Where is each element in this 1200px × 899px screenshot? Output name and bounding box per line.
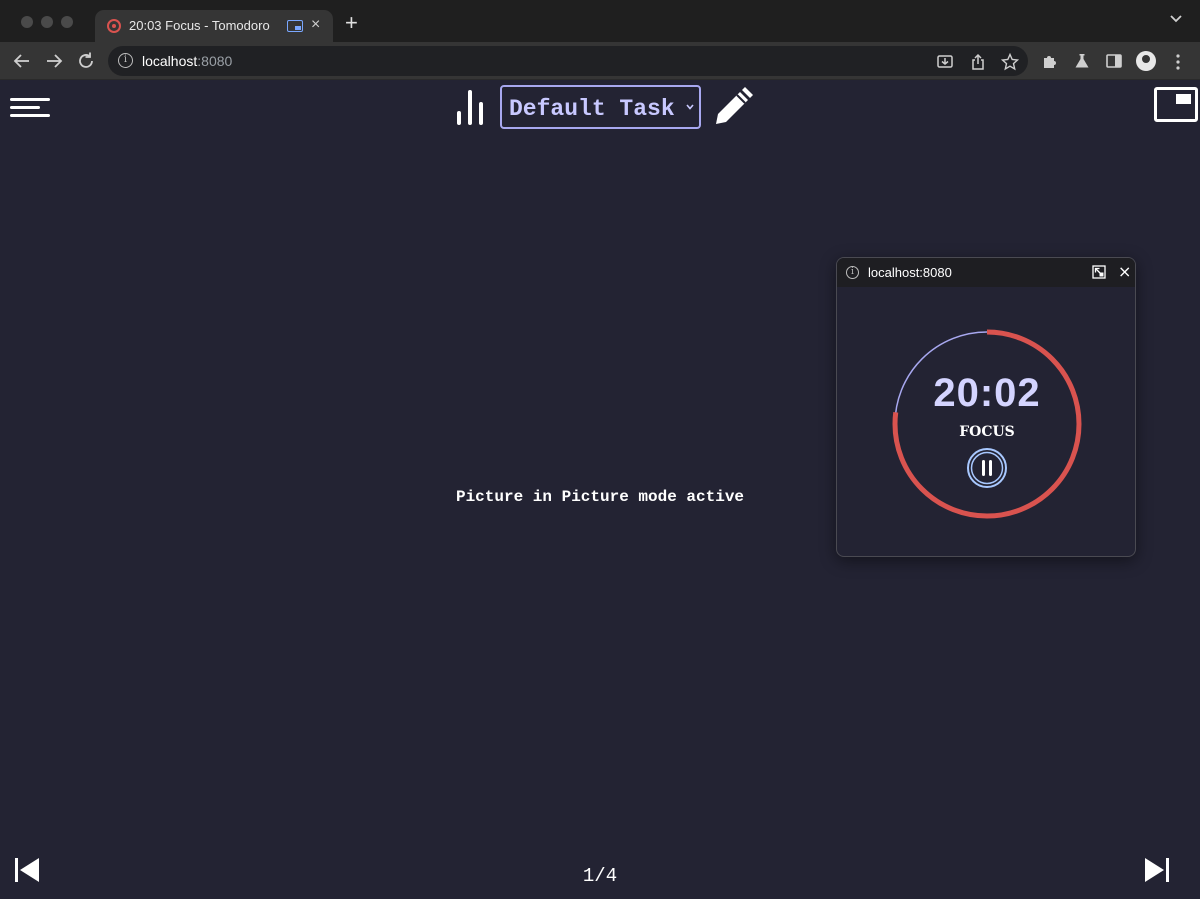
picture-in-picture-indicator-icon [287,20,303,32]
tab-strip: 20:03 Focus - Tomodoro × + [0,0,1200,43]
tomodoro-favicon-icon [107,19,121,33]
skip-next-icon[interactable] [1143,856,1171,884]
back-to-tab-icon[interactable] [1092,265,1106,279]
back-icon[interactable] [11,50,33,72]
pip-title-bar[interactable]: i localhost:8080 × [837,258,1135,287]
timer-display: 20:02 [933,371,1041,415]
pause-button-icon[interactable] [966,447,1008,489]
share-icon[interactable] [969,53,987,71]
install-icon[interactable] [936,53,954,71]
chevron-down-icon [686,104,694,110]
statistics-bar-chart-icon[interactable] [455,88,485,126]
window-zoom-dot[interactable] [61,16,73,28]
window-close-dot[interactable] [21,16,33,28]
address-port: :8080 [197,53,233,69]
address-bar[interactable]: i localhost:8080 [108,46,1028,76]
pip-site-info-icon[interactable]: i [846,266,859,279]
pip-close-icon[interactable]: × [1118,262,1131,281]
picture-in-picture-toggle-icon[interactable] [1154,87,1198,122]
labs-icon[interactable] [1073,52,1091,70]
reload-icon[interactable] [75,50,97,72]
site-info-icon[interactable]: i [118,53,133,68]
bookmark-star-icon[interactable] [1001,53,1019,71]
browser-toolbar: i localhost:8080 [0,42,1200,80]
pip-host: localhost:8080 [868,265,952,280]
new-tab-button[interactable]: + [345,12,358,34]
timer-phase-label: FOCUS [959,424,1015,440]
edit-pencil-icon[interactable] [712,86,754,128]
address-url: localhost:8080 [142,53,232,69]
forward-icon[interactable] [43,50,65,72]
picture-in-picture-window[interactable]: i localhost:8080 × 20:02 FOCUS [836,257,1136,557]
tab-search-chevron-icon[interactable] [1170,15,1182,23]
task-select-value: Default Task [509,96,675,122]
profile-icon[interactable] [1136,51,1156,71]
window-minimize-dot[interactable] [41,16,53,28]
side-panel-icon[interactable] [1105,52,1123,70]
browser-menu-icon[interactable] [1176,54,1180,70]
browser-tab-active[interactable]: 20:03 Focus - Tomodoro × [95,10,333,43]
tab-title: 20:03 Focus - Tomodoro [129,18,270,33]
page-indicator: 1/4 [582,865,618,887]
tab-close-icon[interactable]: × [311,16,320,34]
task-select-dropdown[interactable]: Default Task [500,85,701,129]
address-host: localhost [142,53,198,69]
menu-hamburger-icon[interactable] [10,98,52,120]
extensions-icon[interactable] [1041,52,1059,70]
